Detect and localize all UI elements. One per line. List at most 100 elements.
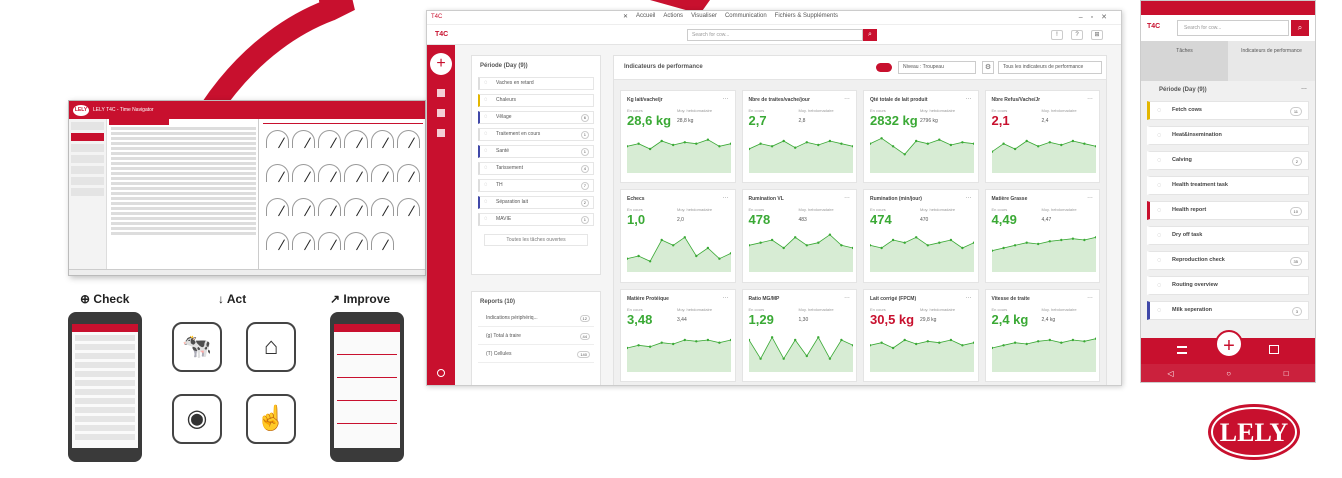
kpi-card-title: Lait corrigé (FPCM) <box>870 295 917 302</box>
more-icon[interactable]: … <box>844 194 850 200</box>
more-icon[interactable]: … <box>844 95 850 101</box>
home-icon[interactable]: ○ <box>1226 369 1231 378</box>
task-count-badge: 7 <box>580 182 589 190</box>
legacy-nav-item <box>71 155 104 163</box>
kpi-toggle[interactable] <box>876 63 892 72</box>
kpi-card[interactable]: Kg lait/vache/jr… En cours Moy. hebdomadai… <box>620 90 736 184</box>
mobile-task-item[interactable]: ◌ Dry off task <box>1147 226 1309 245</box>
window-controls[interactable]: –▫✕ <box>1079 13 1115 21</box>
mobile-task-item[interactable]: ◌ Routing overview <box>1147 276 1309 295</box>
mobile-task-item[interactable]: ◌ Fetch cows 11 <box>1147 101 1309 120</box>
search-input[interactable]: Search for cow... <box>687 29 863 41</box>
mobile-task-item[interactable]: ◌ Calving 2 <box>1147 151 1309 170</box>
menu-accueil[interactable]: Accueil <box>636 13 655 20</box>
all-kpis-button[interactable]: Tous les indicateurs de performance <box>998 61 1102 74</box>
more-icon[interactable]: … <box>1087 194 1093 200</box>
task-item[interactable]: ◌ Tarissement 4 <box>478 162 594 175</box>
mobile-task-item[interactable]: ◌ Milk seperation 3 <box>1147 301 1309 320</box>
kpi-card[interactable]: Echecs… En cours Moy. hebdomadaire 1,0 2,0 <box>620 189 736 283</box>
kpi-card[interactable]: Rumination (min/jour)… En cours Moy. hebdo… <box>863 189 979 283</box>
report-item[interactable]: (T) Cellules 140 <box>478 351 594 363</box>
kpi-point <box>782 139 785 143</box>
task-item[interactable]: ◌ Vêlage 6 <box>478 111 594 124</box>
settings-icon[interactable] <box>437 369 445 377</box>
level-select[interactable]: Niveau : Troupeau <box>898 61 976 74</box>
more-icon[interactable]: … <box>723 294 729 300</box>
task-item[interactable]: ◌ Séparation lait 2 <box>478 196 594 209</box>
more-icon[interactable]: … <box>1087 95 1093 101</box>
mobile-period-title: Période (Day (9))… <box>1159 85 1307 93</box>
more-icon[interactable]: … <box>723 194 729 200</box>
close-icon[interactable]: ✕ <box>623 13 628 20</box>
kpi-card[interactable]: Nbre Refus/Vache/Jr… En cours Moy. hebdoma… <box>984 90 1100 184</box>
kpi-card[interactable]: Rumination VL… En cours Moy. hebdomadaire 4… <box>741 189 857 283</box>
kpi-point <box>816 241 819 245</box>
tab-indicateurs[interactable]: Indicateurs de performance <box>1228 41 1315 81</box>
alerts-button[interactable]: ! <box>1051 30 1063 40</box>
kpi-card[interactable]: Matière Protéique… En cours Moy. hebdomada… <box>620 288 736 382</box>
all-open-tasks-button[interactable]: Toutes les tâches ouvertes <box>484 234 588 246</box>
kpi-card[interactable]: Lait corrigé (FPCM)… En cours Moy. hebdoma… <box>863 288 979 382</box>
kpi-weekly-value: 2796 kg <box>920 118 938 124</box>
task-item[interactable]: ◌ TH 7 <box>478 179 594 192</box>
mobile-task-item[interactable]: ◌ Health treatment task <box>1147 176 1309 195</box>
kpi-point <box>1036 243 1039 246</box>
kpi-point <box>648 345 652 348</box>
more-icon[interactable]: … <box>844 294 850 300</box>
mobile-search-button[interactable]: ⌕ <box>1291 20 1309 36</box>
task-item[interactable]: ◌ Santé 1 <box>478 145 594 158</box>
help-button[interactable]: ? <box>1071 30 1083 40</box>
search-button[interactable]: ⌕ <box>863 29 877 41</box>
kpi-point <box>839 142 843 145</box>
task-item[interactable]: ◌ Chaleurs <box>478 94 594 107</box>
recents-icon[interactable]: □ <box>1284 369 1289 378</box>
more-icon[interactable]: … <box>966 294 972 300</box>
mobile-task-item[interactable]: ◌ Health report 10 <box>1147 201 1309 220</box>
kpi-area <box>748 336 853 372</box>
add-button[interactable]: + <box>430 53 452 75</box>
act-step-label: ↓ Act <box>218 292 247 306</box>
dashboard-icon[interactable] <box>437 89 445 97</box>
more-icon[interactable]: … <box>723 95 729 101</box>
more-icon[interactable]: … <box>1087 294 1093 300</box>
task-item[interactable]: ◌ Vaches en retard <box>478 77 594 90</box>
kpi-point <box>805 141 808 144</box>
kpi-point <box>1048 338 1051 341</box>
kpi-point <box>961 247 964 250</box>
grid-menu-button[interactable]: ⊞ <box>1091 30 1103 40</box>
chat-icon[interactable] <box>1269 345 1279 354</box>
mobile-task-item[interactable]: ◌ Reproduction check 35 <box>1147 251 1309 270</box>
kpi-card[interactable]: Qté totale de lait produit… En cours Moy. … <box>863 90 979 184</box>
kpi-point <box>903 338 906 341</box>
more-icon[interactable]: … <box>966 95 972 101</box>
task-item[interactable]: ◌ Traitement en cours 1 <box>478 128 594 141</box>
report-item[interactable]: Indications périphériq... 12 <box>478 315 594 327</box>
kpi-card-title: Kg lait/vache/jr <box>627 97 663 103</box>
ribbon-menu: ✕ Accueil Actions Visualiser Communicati… <box>623 13 838 20</box>
kpi-card[interactable]: Nbre de traites/vache/jour… En cours Moy. … <box>741 90 857 184</box>
mobile-task-item[interactable]: ◌ Heat&insemination <box>1147 126 1309 145</box>
menu-communication[interactable]: Communication <box>725 13 767 20</box>
menu-actions[interactable]: Actions <box>663 13 683 20</box>
menu-visualiser[interactable]: Visualiser <box>691 13 717 20</box>
task-item[interactable]: ◌ MAVIE 1 <box>478 213 594 226</box>
kpi-card[interactable]: Matière Grasse… En cours Moy. hebdomadaire… <box>984 189 1100 283</box>
mobile-search-input[interactable]: Search for cow... <box>1177 20 1289 36</box>
kpi-point <box>1059 341 1062 344</box>
gear-icon[interactable]: ⚙ <box>982 61 994 74</box>
more-icon[interactable]: … <box>1301 85 1307 91</box>
report-item[interactable]: (g) Total à traire 44 <box>478 333 594 345</box>
tab-taches[interactable]: Tâches <box>1141 41 1228 81</box>
menu-fichiers[interactable]: Fichiers & Suppléments <box>775 13 838 20</box>
menu-icon[interactable] <box>1177 346 1187 354</box>
herd-icon[interactable] <box>437 109 445 117</box>
mobile-add-button[interactable]: + <box>1215 330 1243 358</box>
more-icon[interactable]: … <box>966 194 972 200</box>
reports-icon[interactable] <box>437 129 445 137</box>
kpi-card[interactable]: Vitesse de traite… En cours Moy. hebdomada… <box>984 288 1100 382</box>
legacy-list-header <box>109 119 169 125</box>
mobile-count-badge: 35 <box>1289 257 1302 266</box>
back-icon[interactable]: ◁ <box>1167 369 1173 378</box>
android-statusbar <box>1141 1 1315 15</box>
kpi-card[interactable]: Ratio MG/MP… En cours Moy. hebdomadaire 1,2… <box>741 288 857 382</box>
